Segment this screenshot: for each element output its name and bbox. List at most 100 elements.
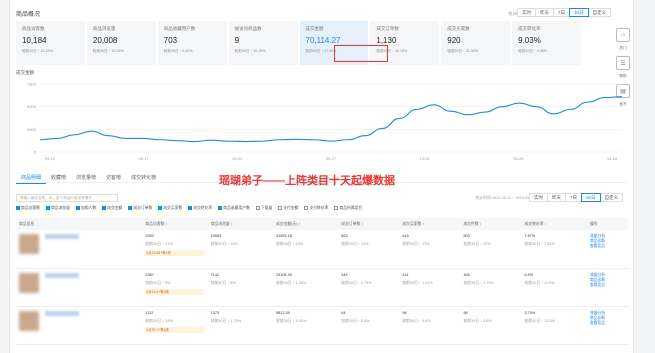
cell-compare: 较前30日 ↑ 9% bbox=[145, 280, 171, 285]
metric-compare: 较前30日 ↑ 31.32% bbox=[447, 49, 479, 53]
metric-cell: 2387 较前30日 ↑ 9% 4月24.6+等4类 bbox=[142, 268, 208, 307]
cell-compare: 较前30日 ↑ 1.75% bbox=[463, 280, 494, 285]
table-header[interactable]: 商品信息 bbox=[16, 218, 143, 230]
operation-link[interactable]: 查看竞品 bbox=[590, 321, 626, 326]
cell-value: 405 bbox=[463, 272, 470, 277]
operation-link[interactable]: 查看竞品 bbox=[590, 244, 626, 249]
table-header[interactable]: 商品访客数 ↕ bbox=[142, 218, 208, 230]
cell-compare: 较前30日 ↑ 21% bbox=[145, 242, 173, 246]
metric-card[interactable]: 成交转化率 9.03% 较前30日 ↑ 4.45% bbox=[512, 21, 581, 65]
table-header[interactable]: 成交金额(元) ↕ bbox=[272, 218, 339, 230]
y-tick-label: 5000 bbox=[27, 104, 37, 109]
y-tick-label: 7500 bbox=[27, 82, 37, 87]
operations-cell: 流量分析 商品诊断 查看竞品 bbox=[586, 306, 629, 345]
checkbox-icon bbox=[158, 206, 163, 210]
operation-link[interactable]: 查看竞品 bbox=[590, 283, 626, 288]
period-7d-button[interactable]: 7日 bbox=[552, 8, 570, 17]
table-header[interactable]: 成交件数 ↕ bbox=[460, 218, 522, 230]
chart-title: 成交金额 bbox=[16, 70, 34, 75]
cell-compare: 较前30日 ↑ 1.38% bbox=[275, 280, 307, 285]
filter-checkbox[interactable]: 商品所属类目 bbox=[334, 206, 362, 211]
table-header[interactable]: 操作 bbox=[586, 218, 629, 230]
shop-icon[interactable]: ⌂ bbox=[616, 28, 630, 42]
period-yesterday-button[interactable]: 昨天 bbox=[534, 8, 554, 17]
product-thumbnail[interactable] bbox=[19, 272, 39, 293]
x-tick-label: 10-10 bbox=[607, 156, 618, 161]
checkbox-icon bbox=[188, 206, 193, 210]
metric-label: 商品浏览量 bbox=[92, 26, 116, 31]
cell-compare: 较前30日 ↓ 5.6% bbox=[463, 318, 492, 323]
metric-card[interactable]: 商品收藏用户数 703 较前30日 ↑ 5.40% bbox=[157, 21, 227, 65]
checkbox-icon bbox=[278, 206, 283, 210]
filter-checkbox[interactable]: 支付金额 bbox=[278, 206, 298, 211]
metric-cell: 1373 较前30日 ↓ 1.75% bbox=[207, 306, 273, 345]
metric-cards: 商品访客数 10,184 较前30日 ↑ 10.24% 商品浏览量 20,008 较前30… bbox=[16, 21, 583, 65]
cell-compare: 较前30日 ↓ 14% bbox=[145, 318, 173, 323]
filter-checkbox[interactable]: 加购人数 bbox=[75, 206, 96, 211]
metric-cell: 64 较前30日 ↓ 5.4% bbox=[338, 306, 400, 345]
metric-card[interactable]: 成交买家数 920 较前30日 ↑ 31.32% bbox=[441, 21, 511, 65]
period-realtime-button[interactable]: 实时 bbox=[516, 8, 536, 17]
metric-label: 成交金额 bbox=[305, 26, 324, 31]
metric-compare: 较前30日 ↑ 10.19% bbox=[234, 49, 266, 53]
table-header[interactable]: 商品浏览量 ↕ bbox=[207, 218, 273, 230]
checkbox-icon bbox=[334, 206, 339, 210]
product-thumbnail[interactable] bbox=[19, 310, 39, 331]
document-icon[interactable]: ☰ bbox=[616, 56, 630, 70]
filter-checkbox[interactable]: 支付转化率 bbox=[304, 206, 328, 211]
filter-checkbox[interactable]: 商品访客数 bbox=[16, 206, 40, 211]
filter-checkbox[interactable]: 成交金额 bbox=[102, 206, 122, 211]
metric-card[interactable]: 商品访客数 10,184 较前30日 ↑ 10.24% bbox=[16, 21, 85, 65]
table-period-custom[interactable]: 自定义 bbox=[599, 193, 623, 202]
product-name[interactable] bbox=[45, 234, 79, 239]
checkbox-icon bbox=[45, 206, 50, 210]
table-header[interactable]: 成交买家数 ↕ bbox=[399, 218, 461, 230]
period-30d-button[interactable]: 30日 bbox=[568, 8, 589, 17]
metric-cell: 6.9% 较前30日 ↑ 11.5% bbox=[521, 268, 587, 307]
cell-value: 3.75% bbox=[524, 310, 536, 315]
metric-cell: 10583 较前30日 ↑ 10% bbox=[207, 230, 273, 269]
x-tick-label: 09-22 bbox=[232, 156, 243, 161]
x-tick-label: 09-12 bbox=[45, 156, 56, 161]
metric-label: 成交订单数 bbox=[376, 26, 399, 31]
filter-checkbox[interactable]: 商品浏览量 bbox=[45, 206, 70, 211]
metric-card[interactable]: 被访问商品数 9 较前30日 ↑ 10.19% bbox=[228, 21, 298, 65]
cell-value: 23105.39 bbox=[275, 272, 292, 277]
product-tag: 4月30.1+等4类 bbox=[145, 326, 205, 333]
product-thumbnail[interactable] bbox=[19, 234, 39, 254]
metric-cell: 5352 较前30日 ↑ 21% 4月23.65+等4类 bbox=[142, 230, 208, 269]
cell-value: 7142 bbox=[210, 272, 220, 277]
section-title: 商品概况 bbox=[16, 12, 41, 18]
table-header[interactable]: 成交订单数 ↕ bbox=[338, 218, 400, 230]
filter-checkbox[interactable]: 成交订单数 bbox=[128, 206, 152, 211]
metric-card[interactable]: 商品浏览量 20,008 较前30日 ↑ 10.03% bbox=[86, 21, 156, 65]
cell-value: 1112 bbox=[145, 310, 154, 315]
filter-checkbox[interactable]: 商品收藏用户数 bbox=[218, 206, 250, 211]
filter-checkbox[interactable]: 成交买家数 bbox=[158, 206, 182, 211]
table-period-7d[interactable]: 7日 bbox=[564, 193, 582, 202]
table-period-realtime[interactable]: 实时 bbox=[528, 193, 548, 202]
metric-cell: 96 较前30日 ↓ 5.6% bbox=[460, 306, 522, 345]
cell-value: 344 bbox=[341, 272, 348, 277]
period-custom-button[interactable]: 自定义 bbox=[587, 8, 611, 17]
product-info-cell bbox=[16, 306, 143, 345]
watermark: @瑶瑚弟子 bbox=[295, 176, 341, 186]
product-name[interactable] bbox=[45, 310, 79, 316]
checkbox-icon bbox=[75, 206, 80, 210]
table-header[interactable]: 成交转化率 ↕ bbox=[521, 218, 587, 230]
metric-compare: 较前30日 ↑ 4.45% bbox=[518, 49, 547, 53]
checkbox-icon bbox=[218, 206, 223, 210]
table-period-30d[interactable]: 30日 bbox=[580, 193, 601, 202]
metric-value: 70,114.27 bbox=[305, 36, 341, 45]
table-period-yesterday[interactable]: 昨天 bbox=[546, 193, 566, 202]
product-name[interactable] bbox=[45, 272, 79, 278]
dashboard: 商品概况 统计时间 2024-09-12 ~ 2024-09-18 实时 昨天 … bbox=[9, 0, 634, 353]
highlight-box bbox=[334, 45, 388, 62]
filter-checkbox[interactable]: 下载量 bbox=[255, 206, 272, 211]
metric-cell: 441 较前30日 ↑ 1.21% bbox=[399, 268, 461, 307]
filter-checkbox[interactable]: 成交转化率 bbox=[188, 206, 212, 211]
metric-cell: 618 较前30日 ↑ 13% bbox=[399, 230, 461, 269]
metric-label: 商品收藏用户数 bbox=[163, 26, 196, 31]
operations-cell: 流量分析 商品诊断 查看竞品 bbox=[586, 268, 629, 307]
product-search-input[interactable]: 请输入商品名称、ID、多个商品ID用逗号隔开 bbox=[16, 194, 118, 202]
